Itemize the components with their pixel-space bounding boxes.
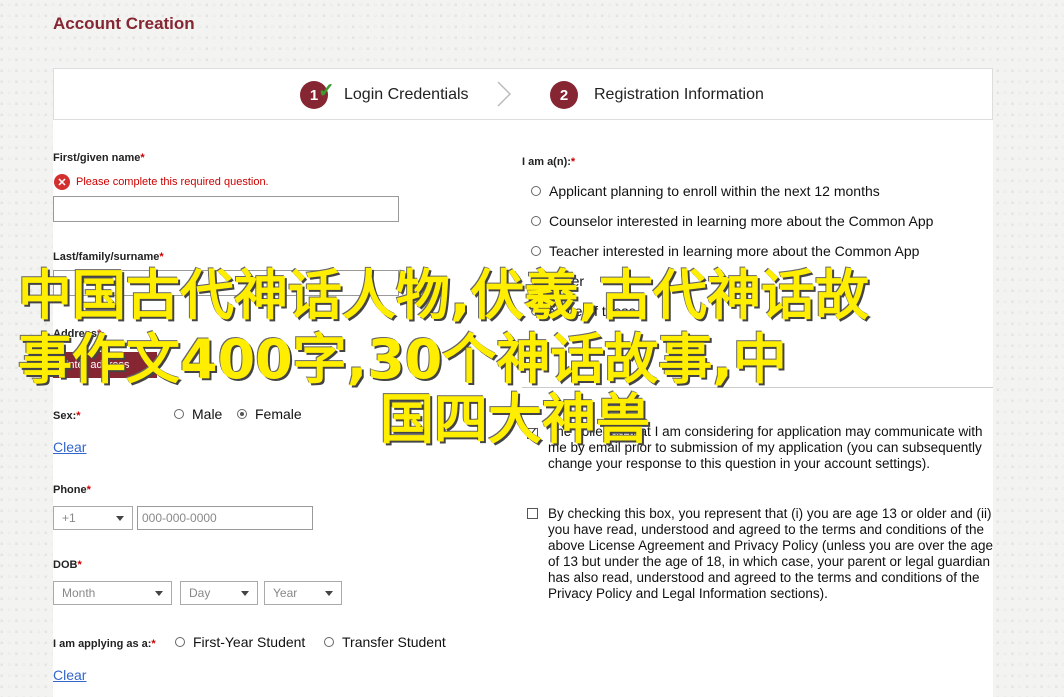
dob-day-select[interactable]: Day	[180, 581, 258, 605]
radio-button[interactable]	[531, 216, 541, 226]
sex-label: Sex:*	[53, 410, 81, 422]
terms-consent-checkbox[interactable]	[527, 508, 538, 519]
sex-option-female[interactable]: Female	[237, 406, 302, 422]
step-number-badge: 2	[550, 81, 578, 109]
page-title: Account Creation	[53, 14, 195, 33]
sex-clear-link[interactable]: Clear	[53, 439, 86, 455]
chevron-right-icon	[497, 81, 512, 107]
i-am-option-none[interactable]: None of these	[531, 303, 636, 319]
applying-as-label: I am applying as a:*	[53, 638, 156, 650]
applying-option-transfer[interactable]: Transfer Student	[324, 634, 446, 650]
i-am-option-counselor[interactable]: Counselor interested in learning more ab…	[531, 213, 933, 229]
radio-button[interactable]	[237, 409, 247, 419]
address-label: Address*	[53, 328, 102, 340]
i-am-option-teacher[interactable]: Teacher interested in learning more abou…	[531, 243, 919, 259]
dob-month-select[interactable]: Month	[53, 581, 172, 605]
caret-down-icon	[155, 590, 163, 596]
phone-country-code-select[interactable]: +1	[53, 506, 133, 530]
first-name-label: First/given name*	[53, 152, 145, 164]
registration-form: First/given name* ✕ Please complete this…	[53, 120, 993, 697]
radio-button[interactable]	[531, 186, 541, 196]
caret-down-icon	[241, 590, 249, 596]
step-label: Registration Information	[594, 86, 764, 103]
caret-down-icon	[325, 590, 333, 596]
terms-consent-text: By checking this box, you represent that…	[548, 506, 994, 601]
error-icon: ✕	[54, 174, 70, 190]
radio-button[interactable]	[174, 409, 184, 419]
dob-year-select[interactable]: Year	[264, 581, 342, 605]
progress-steps: 1 ✓ Login Credentials 2 Registration Inf…	[53, 68, 993, 120]
i-am-label: I am a(n):*	[522, 156, 576, 168]
phone-number-input[interactable]: 000-000-0000	[137, 506, 313, 530]
step-login-credentials[interactable]: 1 ✓ Login Credentials	[300, 80, 469, 109]
dob-label: DOB*	[53, 559, 82, 571]
first-name-error: ✕ Please complete this required question…	[54, 174, 269, 190]
radio-button[interactable]	[175, 637, 185, 647]
enter-address-button[interactable]: Enter address	[53, 352, 157, 378]
radio-button[interactable]	[531, 246, 541, 256]
radio-button[interactable]	[324, 637, 334, 647]
step-registration-information[interactable]: 2 Registration Information	[550, 81, 764, 109]
divider	[522, 387, 993, 388]
email-consent-checkbox[interactable]	[527, 425, 538, 439]
applying-option-first-year[interactable]: First-Year Student	[175, 634, 305, 650]
last-name-label: Last/family/surname*	[53, 251, 164, 263]
radio-button[interactable]	[531, 306, 541, 316]
phone-label: Phone*	[53, 484, 91, 496]
first-name-input[interactable]	[53, 196, 399, 222]
i-am-option-other[interactable]: Other	[531, 273, 584, 289]
check-icon: ✓	[318, 80, 335, 102]
last-name-input[interactable]	[53, 270, 399, 296]
caret-down-icon	[116, 515, 124, 521]
step-number-badge: 1 ✓	[300, 80, 335, 109]
i-am-option-applicant[interactable]: Applicant planning to enroll within the …	[531, 183, 880, 199]
sex-option-male[interactable]: Male	[174, 406, 222, 422]
email-consent-text: The colleges that I am considering for a…	[548, 424, 983, 471]
applying-as-clear-link[interactable]: Clear	[53, 667, 86, 683]
step-label: Login Credentials	[344, 86, 469, 103]
radio-button[interactable]	[531, 276, 541, 286]
